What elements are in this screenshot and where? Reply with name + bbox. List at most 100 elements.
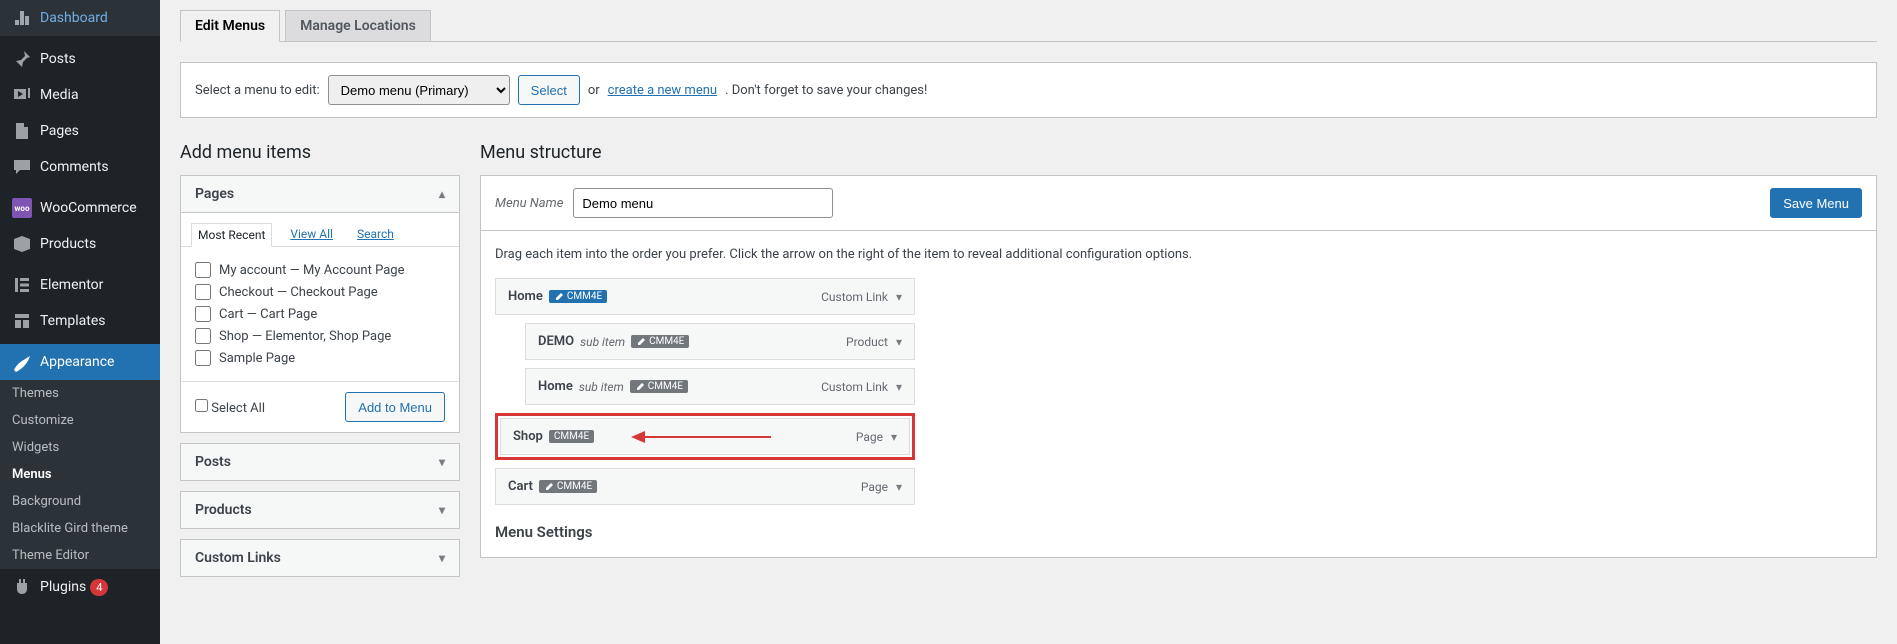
sidebar-label: Products bbox=[40, 236, 96, 252]
tab-most-recent[interactable]: Most Recent bbox=[191, 223, 272, 247]
menu-items-list: Home CMM4E Custom Link ▾ DEMO sub item C… bbox=[495, 278, 915, 505]
tab-manage-locations[interactable]: Manage Locations bbox=[285, 10, 431, 41]
menu-item-type: Product bbox=[846, 335, 888, 349]
chevron-down-icon[interactable]: ▾ bbox=[896, 335, 902, 349]
chevron-down-icon[interactable]: ▾ bbox=[896, 480, 902, 494]
cmm-badge[interactable]: CMM4E bbox=[549, 430, 594, 443]
pencil-icon bbox=[635, 382, 645, 392]
plugins-icon bbox=[12, 577, 32, 597]
sidebar-item-comments[interactable]: Comments bbox=[0, 149, 160, 185]
menu-item-home[interactable]: Home CMM4E Custom Link ▾ bbox=[495, 278, 915, 315]
tab-edit-menus[interactable]: Edit Menus bbox=[180, 10, 280, 42]
page-checkbox-item[interactable]: Sample Page bbox=[195, 347, 445, 369]
checkbox[interactable] bbox=[195, 284, 211, 300]
page-checkbox-item[interactable]: Checkout — Checkout Page bbox=[195, 281, 445, 303]
menu-item-type: Page bbox=[856, 430, 883, 444]
nav-tabs: Edit Menus Manage Locations bbox=[180, 10, 1877, 42]
menu-item-title: Shop bbox=[513, 429, 543, 444]
sidebar-item-media[interactable]: Media bbox=[0, 77, 160, 113]
page-label: Shop — Elementor, Shop Page bbox=[219, 329, 391, 344]
chevron-down-icon[interactable]: ▾ bbox=[896, 290, 902, 304]
accordion-label: Custom Links bbox=[195, 550, 281, 566]
templates-icon bbox=[12, 311, 32, 331]
accordion-label: Pages bbox=[195, 186, 234, 202]
cmm-badge[interactable]: CMM4E bbox=[539, 480, 597, 493]
sidebar-label: Media bbox=[40, 87, 79, 103]
menu-item-title: Home bbox=[538, 379, 573, 394]
menu-item-title: Home bbox=[508, 289, 543, 304]
sidebar-item-products[interactable]: Products bbox=[0, 226, 160, 262]
add-items-column: Add menu items Pages ▴ Most Recent View … bbox=[180, 142, 460, 587]
create-menu-link[interactable]: create a new menu bbox=[608, 83, 717, 98]
sidebar-item-woocommerce[interactable]: wooWooCommerce bbox=[0, 190, 160, 226]
chevron-down-icon[interactable]: ▾ bbox=[891, 430, 897, 444]
sidebar-item-appearance[interactable]: Appearance bbox=[0, 344, 160, 380]
checkbox[interactable] bbox=[195, 350, 211, 366]
sidebar-item-templates[interactable]: Templates bbox=[0, 303, 160, 339]
menu-select[interactable]: Demo menu (Primary) bbox=[328, 75, 510, 105]
sidebar-label: Plugins bbox=[40, 579, 86, 595]
tab-search[interactable]: Search bbox=[351, 223, 400, 246]
accordion-label: Products bbox=[195, 502, 252, 518]
menu-item-cart[interactable]: Cart CMM4E Page ▾ bbox=[495, 468, 915, 505]
woo-icon: woo bbox=[12, 198, 32, 218]
submenu-widgets[interactable]: Widgets bbox=[0, 434, 160, 461]
menu-name-label: Menu Name bbox=[495, 196, 563, 211]
select-all-label: Select All bbox=[211, 401, 265, 416]
page-checkbox-item[interactable]: Cart — Cart Page bbox=[195, 303, 445, 325]
accordion-label: Posts bbox=[195, 454, 231, 470]
products-icon bbox=[12, 234, 32, 254]
pages-inner-tabs: Most Recent View All Search bbox=[181, 213, 459, 247]
submenu-background[interactable]: Background bbox=[0, 488, 160, 515]
chevron-down-icon[interactable]: ▾ bbox=[896, 380, 902, 394]
checkbox[interactable] bbox=[195, 262, 211, 278]
submenu-theme-editor[interactable]: Theme Editor bbox=[0, 542, 160, 569]
tab-view-all[interactable]: View All bbox=[284, 223, 339, 246]
media-icon bbox=[12, 85, 32, 105]
submenu-customize[interactable]: Customize bbox=[0, 407, 160, 434]
cmm-badge[interactable]: CMM4E bbox=[630, 380, 688, 393]
select-all[interactable]: Select All bbox=[195, 399, 265, 416]
select-button[interactable]: Select bbox=[518, 75, 580, 105]
page-checkbox-item[interactable]: Shop — Elementor, Shop Page bbox=[195, 325, 445, 347]
menu-item-demo[interactable]: DEMO sub item CMM4E Product ▾ bbox=[525, 323, 915, 360]
cmm-badge[interactable]: CMM4E bbox=[549, 290, 607, 303]
menu-item-home-sub[interactable]: Home sub item CMM4E Custom Link ▾ bbox=[525, 368, 915, 405]
checkbox[interactable] bbox=[195, 328, 211, 344]
menu-item-shop[interactable]: Shop CMM4E Page ▾ bbox=[500, 418, 910, 455]
cmm-badge[interactable]: CMM4E bbox=[631, 335, 689, 348]
sub-item-label: sub item bbox=[580, 335, 625, 349]
accordion-pages-header[interactable]: Pages ▴ bbox=[181, 176, 459, 213]
sidebar-item-elementor[interactable]: Elementor bbox=[0, 267, 160, 303]
menu-header: Menu Name Save Menu bbox=[481, 176, 1876, 231]
accordion-products-header[interactable]: Products ▾ bbox=[181, 492, 459, 528]
save-menu-button[interactable]: Save Menu bbox=[1770, 188, 1862, 218]
menu-name-input[interactable] bbox=[573, 188, 833, 218]
add-to-menu-button[interactable]: Add to Menu bbox=[345, 392, 445, 422]
red-arrow-icon bbox=[631, 429, 771, 445]
sidebar-item-dashboard[interactable]: Dashboard bbox=[0, 0, 160, 36]
page-label: Checkout — Checkout Page bbox=[219, 285, 378, 300]
suffix-text: . Don't forget to save your changes! bbox=[725, 83, 927, 98]
page-label: Sample Page bbox=[219, 351, 295, 366]
sidebar-item-plugins[interactable]: Plugins4 bbox=[0, 569, 160, 605]
pages-checklist: My account — My Account Page Checkout — … bbox=[181, 247, 459, 381]
sidebar-label: Pages bbox=[40, 123, 79, 139]
admin-sidebar: Dashboard Posts Media Pages Comments woo… bbox=[0, 0, 160, 644]
select-all-checkbox[interactable] bbox=[195, 399, 208, 412]
sidebar-item-pages[interactable]: Pages bbox=[0, 113, 160, 149]
submenu-blacklite[interactable]: Blacklite Gird theme bbox=[0, 515, 160, 542]
accordion-posts-header[interactable]: Posts ▾ bbox=[181, 444, 459, 480]
sidebar-label: Comments bbox=[40, 159, 109, 175]
submenu-menus[interactable]: Menus bbox=[0, 461, 160, 488]
sidebar-label: Appearance bbox=[40, 354, 114, 370]
sidebar-item-posts[interactable]: Posts bbox=[0, 41, 160, 77]
sidebar-label: Templates bbox=[40, 313, 106, 329]
caret-down-icon: ▾ bbox=[439, 551, 445, 565]
accordion-custom-links-header[interactable]: Custom Links ▾ bbox=[181, 540, 459, 576]
menu-select-bar: Select a menu to edit: Demo menu (Primar… bbox=[180, 62, 1877, 118]
submenu-themes[interactable]: Themes bbox=[0, 380, 160, 407]
checkbox[interactable] bbox=[195, 306, 211, 322]
caret-down-icon: ▾ bbox=[439, 503, 445, 517]
page-checkbox-item[interactable]: My account — My Account Page bbox=[195, 259, 445, 281]
